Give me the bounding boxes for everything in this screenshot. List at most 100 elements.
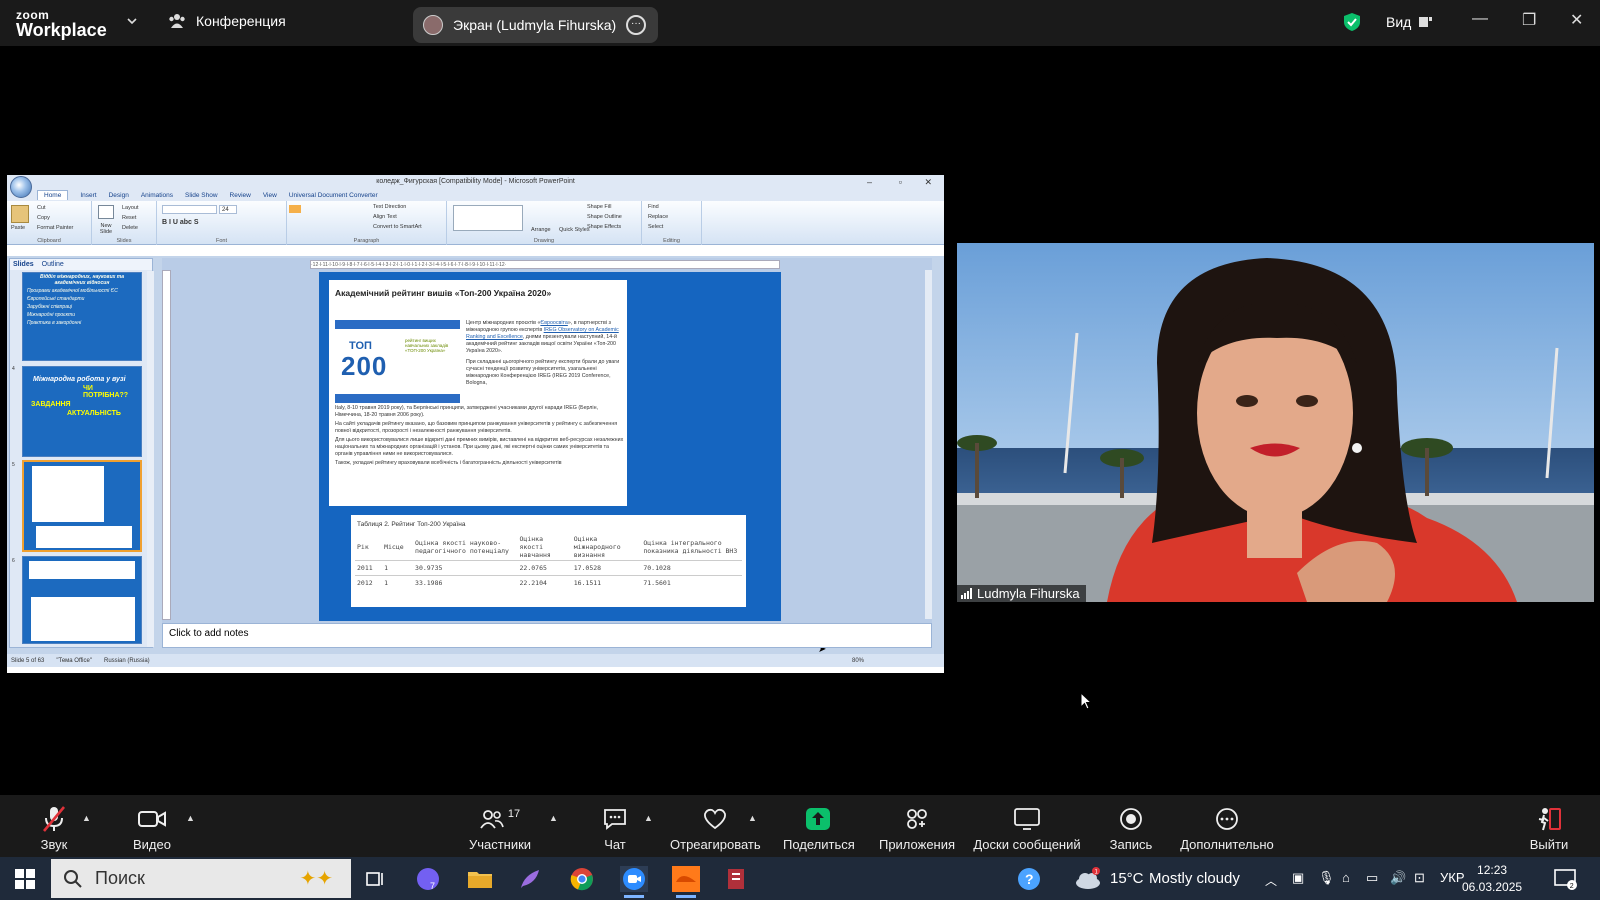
- ppt-close-icon[interactable]: ✕: [924, 175, 932, 189]
- participants-button[interactable]: 17 Участники: [465, 805, 535, 852]
- language-indicator[interactable]: УКР: [1440, 870, 1465, 885]
- tab-slides[interactable]: Slides: [13, 261, 34, 268]
- notes-field[interactable]: Click to add notes: [162, 623, 932, 648]
- new-slide-button[interactable]: New Slide: [94, 223, 118, 235]
- tab-home[interactable]: Home: [37, 190, 69, 200]
- zoom-workplace-logo[interactable]: zoom Workplace: [16, 9, 107, 39]
- slide-thumbnail-6[interactable]: [22, 556, 142, 644]
- weather-desc[interactable]: Mostly cloudy: [1149, 870, 1240, 887]
- bold-button[interactable]: B I U abc S: [162, 219, 199, 226]
- font-name-field[interactable]: [162, 205, 217, 214]
- record-button[interactable]: Запись: [1107, 805, 1155, 852]
- chat-caret-icon[interactable]: ▲: [644, 813, 653, 823]
- screen-share-indicator[interactable]: Экран (Ludmyla Fihurska) ···: [413, 7, 658, 43]
- more-button[interactable]: Дополнительно: [1177, 805, 1277, 852]
- quick-styles-button[interactable]: Quick Styles: [559, 227, 590, 233]
- slides-pane-scrollbar[interactable]: [147, 271, 154, 647]
- shape-fill-button[interactable]: Shape Fill: [587, 204, 611, 210]
- video-button[interactable]: Видео: [130, 805, 174, 852]
- document-app-icon[interactable]: [722, 866, 750, 892]
- chrome-icon[interactable]: [568, 866, 596, 892]
- video-options-caret-icon[interactable]: ▲: [186, 813, 195, 823]
- react-caret-icon[interactable]: ▲: [748, 813, 757, 823]
- powerpoint-taskbar-icon[interactable]: [672, 866, 700, 898]
- tab-animations[interactable]: Animations: [141, 192, 173, 199]
- tab-design[interactable]: Design: [109, 192, 129, 199]
- shapes-gallery[interactable]: [453, 205, 523, 231]
- view-button[interactable]: Вид: [1386, 14, 1433, 30]
- text-direction-button[interactable]: Text Direction: [373, 204, 406, 210]
- zoom-level[interactable]: 80%: [852, 658, 864, 664]
- layout-button[interactable]: Layout: [122, 205, 139, 211]
- paste-icon[interactable]: [11, 205, 29, 223]
- windows-start-icon[interactable]: [11, 866, 39, 892]
- office-button-icon[interactable]: [10, 176, 32, 198]
- leave-button[interactable]: Выйти: [1527, 805, 1571, 852]
- new-slide-icon[interactable]: [98, 205, 114, 219]
- notifications-icon[interactable]: 2: [1551, 866, 1579, 892]
- microphone-icon[interactable]: 🎙: [1318, 870, 1335, 886]
- whiteboards-button[interactable]: Доски сообщений: [972, 805, 1082, 852]
- react-button[interactable]: Отреагировать: [670, 805, 761, 852]
- shape-outline-button[interactable]: Shape Outline: [587, 214, 622, 220]
- display-icon[interactable]: ⊡: [1414, 870, 1425, 886]
- link-evroosvita[interactable]: Євроосвіта: [540, 320, 567, 326]
- language-status[interactable]: Russian (Russia): [104, 658, 150, 664]
- tab-outline[interactable]: Outline: [42, 261, 64, 268]
- tab-universal-document-converter[interactable]: Universal Document Converter: [289, 192, 378, 199]
- conference-info-button[interactable]: Конференция: [168, 13, 286, 29]
- find-button[interactable]: Find: [648, 204, 659, 210]
- chat-button[interactable]: Чат: [598, 805, 632, 852]
- replace-button[interactable]: Replace: [648, 214, 668, 220]
- tray-chevron-up-icon[interactable]: ︿: [1265, 872, 1277, 889]
- bullets-icon[interactable]: [289, 205, 301, 213]
- battery-icon[interactable]: ▭: [1366, 870, 1378, 886]
- delete-button[interactable]: Delete: [122, 225, 138, 231]
- participant-video[interactable]: [957, 243, 1594, 602]
- restore-icon[interactable]: ❐: [1522, 10, 1536, 30]
- paste-button[interactable]: Paste: [11, 225, 25, 231]
- volume-icon[interactable]: 🔊: [1390, 870, 1406, 886]
- minimize-icon[interactable]: —: [1472, 10, 1488, 28]
- weather-cloud-icon[interactable]: 1: [1074, 866, 1102, 892]
- help-icon[interactable]: ?: [1015, 866, 1043, 892]
- share-screen-button[interactable]: Поделиться: [783, 805, 855, 852]
- slide-thumbnail-5-selected[interactable]: [22, 460, 142, 552]
- participants-caret-icon[interactable]: ▲: [549, 813, 558, 823]
- file-explorer-icon[interactable]: [466, 866, 494, 892]
- taskbar-search-box[interactable]: Поиск ✦✦: [51, 859, 351, 898]
- weather-temp[interactable]: 15°C: [1110, 870, 1144, 887]
- viber-icon[interactable]: 7: [414, 866, 442, 892]
- current-slide[interactable]: Академічний рейтинг вишів «Топ-200 Украї…: [319, 272, 781, 621]
- tab-review[interactable]: Review: [230, 192, 251, 199]
- task-view-icon[interactable]: [362, 866, 390, 892]
- arrange-button[interactable]: Arrange: [531, 227, 551, 233]
- ppt-restore-icon[interactable]: ▫: [899, 175, 902, 189]
- slide-thumbnail-3[interactable]: Відділ міжнародних, наукових та академіч…: [22, 272, 142, 361]
- tab-slide-show[interactable]: Slide Show: [185, 192, 218, 199]
- more-options-icon[interactable]: ···: [626, 15, 646, 35]
- font-size-field[interactable]: 24: [219, 205, 237, 214]
- tab-insert[interactable]: Insert: [80, 192, 96, 199]
- convert-smartart-button[interactable]: Convert to SmartArt: [373, 224, 422, 230]
- security-shield-icon[interactable]: [1343, 12, 1361, 32]
- ppt-minimize-icon[interactable]: –: [867, 175, 872, 189]
- cut-button[interactable]: Cut: [37, 205, 46, 211]
- meet-now-icon[interactable]: ▣: [1292, 870, 1304, 886]
- system-clock[interactable]: 12:23 06.03.2025: [1462, 862, 1522, 896]
- copy-button[interactable]: Copy: [37, 215, 50, 221]
- shape-effects-button[interactable]: Shape Effects: [587, 224, 621, 230]
- select-button[interactable]: Select: [648, 224, 663, 230]
- audio-button[interactable]: Звук: [34, 805, 74, 852]
- reset-button[interactable]: Reset: [122, 215, 136, 221]
- tab-view[interactable]: View: [263, 192, 277, 199]
- slide-thumbnail-4[interactable]: Міжнародна робота у вузі ЧИ ПОТРІБНА?? З…: [22, 366, 142, 457]
- slide-scrollbar[interactable]: [925, 270, 932, 619]
- audio-options-caret-icon[interactable]: ▲: [82, 813, 91, 823]
- chevron-down-icon[interactable]: [127, 16, 137, 26]
- network-icon[interactable]: ⌂: [1342, 870, 1350, 885]
- feather-app-icon[interactable]: [516, 866, 544, 892]
- format-painter-button[interactable]: Format Painter: [37, 225, 73, 231]
- zoom-taskbar-icon[interactable]: [620, 866, 648, 898]
- align-text-button[interactable]: Align Text: [373, 214, 397, 220]
